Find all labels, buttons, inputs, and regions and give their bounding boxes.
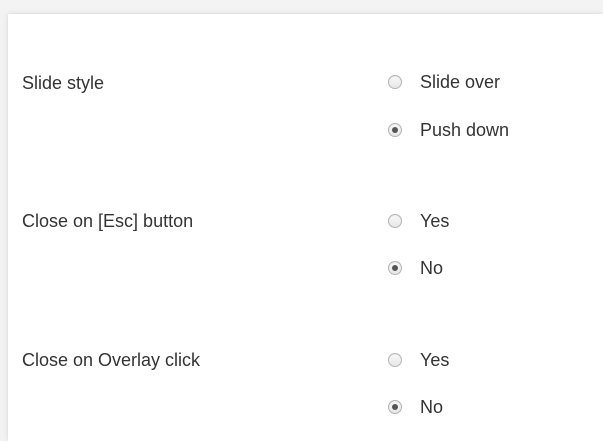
radio-button[interactable] (388, 75, 402, 89)
radio-button[interactable] (388, 353, 402, 367)
radio-option-yes[interactable]: Yes (388, 348, 449, 372)
radio-option-yes[interactable]: Yes (388, 209, 449, 233)
radio-option-no[interactable]: No (388, 256, 443, 280)
radio-button-selected[interactable] (388, 400, 402, 414)
radio-option-push-down[interactable]: Push down (388, 118, 509, 142)
setting-label: Close on [Esc] button (22, 211, 194, 231)
setting-label: Slide style (22, 73, 105, 93)
radio-option-label[interactable]: Yes (420, 210, 449, 232)
radio-button-selected[interactable] (388, 123, 402, 137)
radio-option-label[interactable]: Yes (420, 349, 449, 371)
radio-button-selected[interactable] (388, 261, 402, 275)
radio-option-no[interactable]: No (388, 395, 443, 419)
radio-option-label[interactable]: Slide over (420, 71, 500, 93)
radio-option-label[interactable]: No (420, 396, 443, 418)
radio-option-slide-over[interactable]: Slide over (388, 70, 500, 94)
radio-option-label[interactable]: No (420, 257, 443, 279)
radio-option-label[interactable]: Push down (420, 119, 509, 141)
settings-panel: Slide style Slide over Push down Close o… (8, 14, 603, 441)
setting-label: Close on Overlay click (22, 350, 201, 370)
radio-button[interactable] (388, 214, 402, 228)
